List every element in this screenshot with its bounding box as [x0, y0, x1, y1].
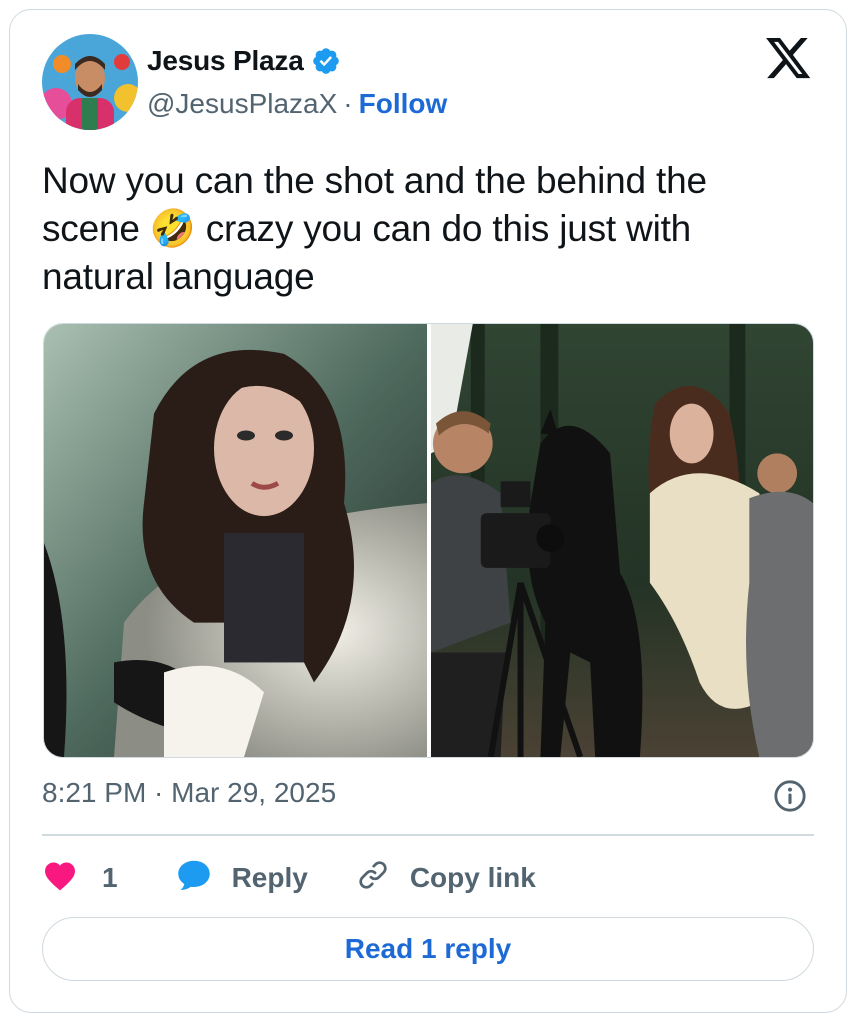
copy-link-label: Copy link — [409, 862, 536, 893]
divider — [42, 834, 814, 836]
reply-label: Reply — [231, 862, 308, 893]
x-logo-icon[interactable] — [766, 38, 812, 80]
speech-bubble-icon — [176, 858, 212, 899]
author-handle[interactable]: @JesusPlazaX — [147, 88, 337, 120]
heart-icon — [42, 859, 78, 898]
verified-badge-icon — [311, 46, 341, 76]
author-name-row: Jesus Plaza — [147, 45, 341, 77]
photo-woman-portrait[interactable] — [44, 324, 427, 757]
tweet-timestamp[interactable]: 8:21 PM · Mar 29, 2025 — [42, 777, 336, 809]
info-icon[interactable] — [773, 779, 807, 813]
separator: · — [343, 88, 353, 119]
reply-button[interactable]: Reply — [176, 858, 308, 899]
avatar[interactable] — [42, 34, 138, 130]
like-button[interactable]: 1 — [42, 859, 118, 898]
copy-link-button[interactable]: Copy link — [356, 858, 536, 899]
media-grid — [43, 323, 814, 758]
follow-button[interactable]: Follow — [359, 88, 448, 120]
tweet-text: Now you can the shot and the behind the … — [42, 160, 707, 297]
photo-behind-the-scenes[interactable] — [431, 324, 813, 757]
author-name[interactable]: Jesus Plaza — [147, 45, 304, 77]
link-icon — [356, 858, 390, 899]
action-bar: 1 Reply Copy link — [42, 856, 536, 900]
author-handle-row: @JesusPlazaX · Follow — [147, 88, 447, 120]
read-reply-button[interactable]: Read 1 reply — [42, 917, 814, 981]
like-count: 1 — [102, 862, 118, 893]
